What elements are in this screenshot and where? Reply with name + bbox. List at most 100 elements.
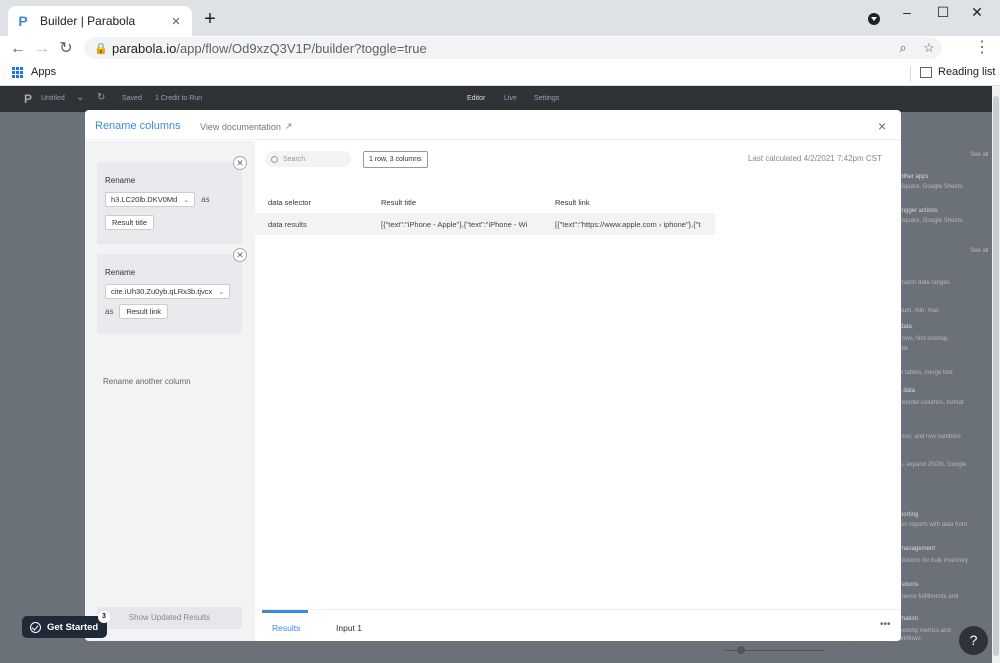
- reading-list-button[interactable]: Reading list: [920, 66, 995, 78]
- tab-settings[interactable]: Settings: [534, 95, 559, 102]
- chevron-down-icon: ⌄: [183, 196, 190, 204]
- tab-live[interactable]: Live: [504, 95, 517, 102]
- row-count-badge: 1 row, 3 columns: [363, 151, 428, 168]
- parabola-logo-icon: P: [24, 92, 33, 106]
- bookmarks-separator: [910, 66, 911, 82]
- table-cell[interactable]: [{"text":"https://www.apple.com › iphone…: [542, 220, 715, 229]
- source-column-value: cite.iUh30.Zu0yb.qLRx3b.tjvcx: [111, 287, 213, 296]
- url-text: parabola.io/app/flow/Od9xzQ3V1P/builder?…: [112, 40, 427, 56]
- page-scrollbar[interactable]: [992, 86, 1000, 663]
- library-item[interactable]: t data: [900, 388, 915, 394]
- bookmarks-bar: Apps Reading list: [0, 62, 1000, 86]
- table-cell[interactable]: data results: [255, 220, 368, 229]
- see-all-link[interactable]: See all: [970, 248, 988, 254]
- forward-icon[interactable]: →: [32, 39, 52, 59]
- rename-label: Rename: [105, 176, 136, 185]
- column-header[interactable]: Result title: [368, 198, 542, 207]
- result-tabs: Results Input 1 •••: [255, 609, 901, 641]
- parabola-favicon-icon: P: [18, 13, 28, 29]
- library-item-desc: e tables, merge text: [900, 370, 953, 376]
- rename-settings-panel: ✕ Rename h3.LC20lb.DKV0Md ⌄ as Result ti…: [85, 141, 255, 641]
- rename-rule-card: ✕ Rename h3.LC20lb.DKV0Md ⌄ as Result ti…: [97, 156, 247, 244]
- tab-close-icon[interactable]: ×: [168, 13, 184, 30]
- new-name-input[interactable]: Result title: [105, 215, 155, 230]
- back-icon[interactable]: ←: [8, 39, 28, 59]
- library-item-desc: Square, Google Sheets,: [900, 184, 965, 190]
- profile-menu-icon[interactable]: [868, 13, 880, 25]
- remove-rule-icon[interactable]: ✕: [233, 156, 247, 170]
- column-header[interactable]: Result link: [542, 198, 715, 207]
- new-tab-icon[interactable]: +: [200, 9, 220, 29]
- source-column-select[interactable]: cite.iUh30.Zu0yb.qLRx3b.tjvcx ⌄: [105, 284, 231, 299]
- library-item-desc: s, expand JSON, Google: [900, 462, 967, 468]
- refresh-icon[interactable]: ↻: [97, 92, 105, 103]
- tab-editor[interactable]: Editor: [467, 95, 485, 102]
- reading-list-label: Reading list: [938, 66, 996, 78]
- table-row: data results [{"text":"iPhone - Apple"},…: [255, 213, 715, 235]
- window-close-icon[interactable]: ✕: [954, 0, 1000, 28]
- step-library-panel: See all other apps Square, Google Sheets…: [848, 138, 992, 658]
- show-updated-results-button[interactable]: Show Updated Results: [97, 607, 242, 629]
- address-bar[interactable]: 🔒 parabola.io/app/flow/Od9xzQ3V1P/builde…: [84, 37, 942, 59]
- as-label: as: [105, 307, 114, 316]
- apps-label: Apps: [31, 66, 57, 78]
- view-documentation-link[interactable]: View documentation ↗: [200, 121, 292, 132]
- rename-rule-card: ✕ Rename cite.iUh30.Zu0yb.qLRx3b.tjvcx ⌄…: [97, 248, 247, 334]
- rename-another-column-link[interactable]: Rename another column: [103, 377, 191, 386]
- search-input[interactable]: Search: [265, 151, 351, 167]
- library-item-desc: merce fulfillments and: [900, 594, 959, 600]
- library-item-desc: ketong metrics and: [900, 628, 951, 634]
- get-started-label: Get Started: [47, 621, 99, 633]
- library-item[interactable]: other apps: [900, 174, 928, 180]
- table-header: data selector Result title Result link: [255, 191, 715, 213]
- doc-link-label: View documentation: [200, 121, 281, 132]
- apps-shortcut[interactable]: Apps: [12, 66, 56, 78]
- tab-results[interactable]: Results: [272, 623, 300, 633]
- help-button[interactable]: ?: [959, 626, 988, 655]
- reading-list-icon: [920, 66, 932, 78]
- column-header[interactable]: data selector: [255, 198, 368, 207]
- bookmark-star-icon[interactable]: ☆: [916, 40, 942, 56]
- library-item-desc: Square, Google Sheets,: [900, 218, 965, 224]
- apps-grid-icon: [12, 66, 23, 78]
- get-started-button[interactable]: Get Started: [22, 616, 107, 638]
- reload-icon[interactable]: ↻: [56, 39, 76, 59]
- library-item[interactable]: returns: [900, 582, 919, 588]
- zoom-icon[interactable]: ⌕: [890, 40, 916, 56]
- browser-tab[interactable]: P Builder | Parabola ×: [8, 6, 192, 36]
- app-topbar: P Untitled ⌄ ↻ Saved 1 Credit to Run Edi…: [0, 86, 1000, 112]
- library-item-desc: sum, min, max: [900, 308, 940, 314]
- zoom-slider-handle[interactable]: [737, 646, 745, 654]
- source-column-select[interactable]: h3.LC20lb.DKV0Md ⌄: [105, 192, 196, 207]
- library-item[interactable]: data: [900, 324, 912, 330]
- results-panel: Search 1 row, 3 columns Last calculated …: [255, 141, 901, 641]
- saved-status: Saved: [122, 95, 142, 102]
- tab-input-1[interactable]: Input 1: [336, 623, 362, 633]
- table-cell[interactable]: [{"text":"iPhone - Apple"},{"text":"iPho…: [368, 220, 542, 229]
- source-column-value: h3.LC20lb.DKV0Md: [111, 195, 178, 204]
- library-item[interactable]: trigger actions: [900, 208, 938, 214]
- flow-menu-chevron-icon[interactable]: ⌄: [76, 92, 84, 103]
- library-item[interactable]: management: [900, 546, 935, 552]
- browser-menu-icon[interactable]: ⋮: [974, 39, 990, 57]
- modal-close-icon[interactable]: ×: [878, 118, 886, 134]
- library-item[interactable]: mation: [900, 616, 918, 622]
- remove-rule-icon[interactable]: ✕: [233, 248, 247, 262]
- credit-label: 1 Credit to Run: [155, 95, 203, 102]
- see-all-link[interactable]: See all: [970, 152, 988, 158]
- library-item-desc: reorder columns, format: [900, 400, 964, 406]
- library-item-desc: ison, and row numbers: [900, 434, 961, 440]
- tab-title: Builder | Parabola: [40, 14, 136, 28]
- flow-name[interactable]: Untitled: [41, 95, 65, 102]
- check-circle-icon: [30, 621, 41, 633]
- library-item[interactable]: porting: [900, 512, 918, 518]
- library-item-desc: ble: [900, 346, 909, 352]
- modal-title: Rename columns: [95, 120, 181, 132]
- library-item-desc: ws reports with data from: [900, 522, 968, 528]
- external-link-icon: ↗: [284, 121, 293, 131]
- more-options-icon[interactable]: •••: [880, 619, 891, 630]
- as-label: as: [201, 195, 210, 204]
- modal-header: Rename columns View documentation ↗ ×: [85, 110, 901, 140]
- get-started-badge: 3: [98, 611, 110, 623]
- new-name-input[interactable]: Result link: [119, 304, 169, 319]
